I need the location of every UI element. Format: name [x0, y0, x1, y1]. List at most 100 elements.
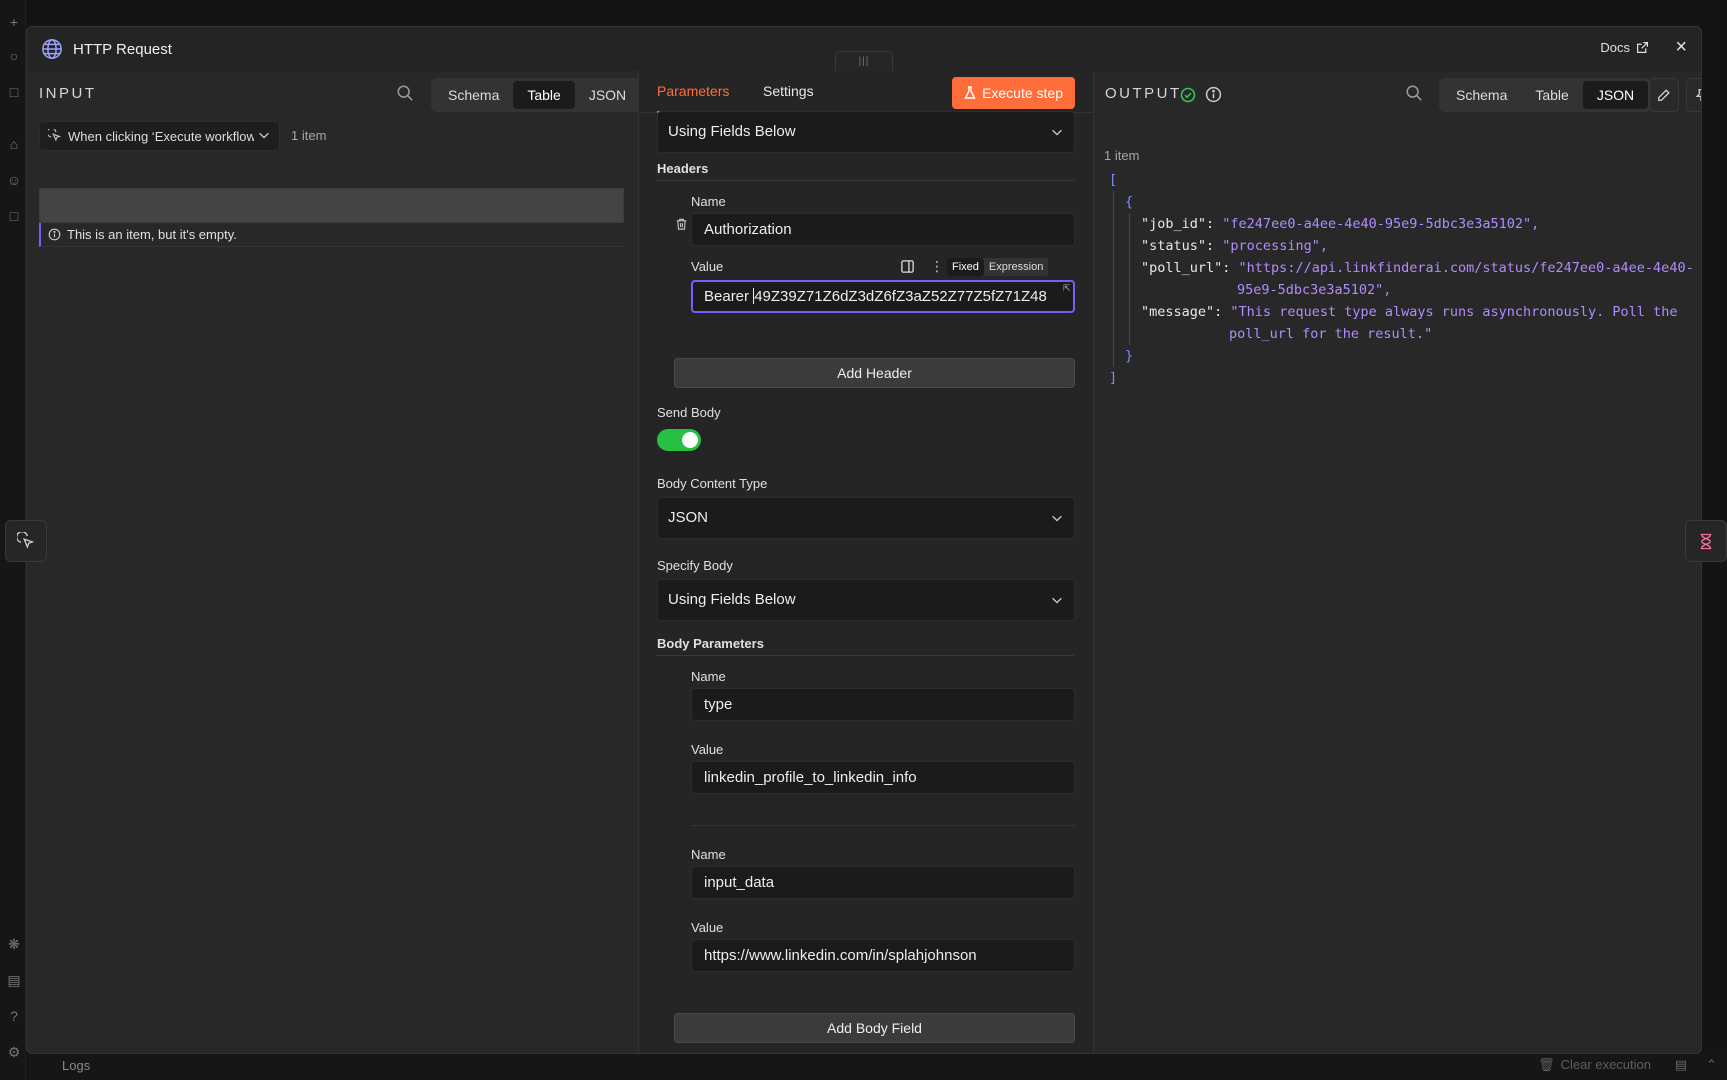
globe-icon — [41, 38, 63, 60]
flask-icon — [964, 86, 976, 100]
body-param-name-label: Name — [691, 847, 726, 862]
mode-fixed[interactable]: Fixed — [947, 258, 984, 276]
pencil-icon — [1657, 88, 1671, 102]
specify-headers-value: Using Fields Below — [668, 123, 796, 140]
input-label: INPUT — [39, 85, 97, 102]
parameters-scroll[interactable]: Using Fields Below Headers Name Authoriz… — [639, 111, 1093, 1053]
search-icon[interactable]: ○ — [6, 48, 22, 64]
value-mode-toggle: Fixed Expression — [947, 258, 1049, 276]
chat-icon[interactable]: □ — [6, 208, 22, 224]
plus-icon[interactable]: + — [6, 14, 22, 30]
http-request-modal: HTTP Request Docs × ||| INPUT Schema Tab… — [26, 26, 1702, 1054]
body-content-type-label: Body Content Type — [657, 476, 768, 491]
body-param-name-input[interactable]: input_data — [691, 866, 1075, 899]
external-link-icon — [1636, 41, 1649, 54]
trigger-panel-button[interactable] — [5, 520, 47, 562]
input-view-switcher: Schema Table JSON — [431, 78, 644, 112]
body-param-name-label: Name — [691, 669, 726, 684]
body-param-name-input[interactable]: type — [691, 688, 1075, 721]
tab-json[interactable]: JSON — [1582, 81, 1649, 109]
json-value-status: "processing", — [1222, 238, 1328, 254]
insights-icon[interactable]: ▤ — [6, 972, 22, 988]
resize-icon[interactable]: ⇱ — [1063, 283, 1071, 294]
body-param-value-input[interactable]: linkedin_profile_to_linkedin_info — [691, 761, 1075, 794]
tab-schema[interactable]: Schema — [1442, 81, 1521, 109]
search-icon[interactable] — [396, 84, 414, 102]
header-name-input[interactable]: Authorization — [691, 213, 1075, 246]
specify-body-select[interactable]: Using Fields Below — [657, 579, 1075, 621]
add-header-button[interactable]: Add Header — [674, 358, 1075, 388]
input-pane: INPUT Schema Table JSON When clicking ‘E… — [27, 71, 644, 1053]
wait-panel-button[interactable] — [1685, 520, 1727, 562]
help-icon[interactable]: ? — [6, 1008, 22, 1024]
pin-data-button[interactable] — [1686, 78, 1701, 112]
split-view-icon[interactable] — [900, 259, 916, 275]
add-body-field-button[interactable]: Add Body Field — [674, 1013, 1075, 1043]
pointer-click-icon — [48, 129, 62, 143]
clear-execution-label: Clear execution — [1560, 1057, 1651, 1072]
drag-handle[interactable]: ||| — [835, 51, 893, 73]
tab-table[interactable]: Table — [1521, 81, 1582, 109]
body-param-value-label: Value — [691, 742, 724, 757]
json-key-status: "status": — [1141, 238, 1215, 254]
info-icon — [48, 228, 61, 241]
empty-item-message: This is an item, but it's empty. — [67, 227, 237, 242]
tab-schema[interactable]: Schema — [434, 81, 513, 109]
modal-title: HTTP Request — [73, 40, 172, 58]
pin-icon — [1694, 88, 1701, 102]
send-body-toggle[interactable] — [657, 429, 701, 451]
hourglass-icon — [1699, 533, 1713, 550]
pointer-click-icon — [17, 532, 35, 550]
header-name-label: Name — [691, 194, 726, 209]
output-pane: OUTPUT Schema Table JSON 1 item [ { "job… — [1094, 71, 1701, 1053]
json-value-poll-url: "https://api.linkfinderai.com/status/fe2… — [1238, 260, 1694, 276]
header-value-input[interactable]: Bearer 49Z39Z71Z6dZ3dZ6fZ3aZ52Z77Z5fZ71Z… — [691, 280, 1075, 313]
execute-step-button[interactable]: Execute step — [952, 77, 1075, 109]
delete-header-icon[interactable] — [675, 217, 688, 231]
search-icon[interactable] — [1405, 84, 1423, 102]
execute-step-label: Execute step — [982, 85, 1063, 101]
more-options-icon[interactable]: ⋮ — [930, 258, 944, 275]
body-content-type-value: JSON — [668, 509, 709, 526]
output-label: OUTPUT — [1105, 85, 1182, 102]
specify-body-value: Using Fields Below — [668, 591, 796, 608]
logs-label[interactable]: Logs — [62, 1058, 90, 1073]
json-value-poll-url-cont: 95e9-5dbc3e3a5102", — [1237, 282, 1392, 298]
docs-link[interactable]: Docs — [1600, 40, 1649, 55]
header-value-label: Value — [691, 259, 724, 274]
tab-parameters[interactable]: Parameters — [657, 71, 745, 113]
success-check-icon — [1180, 87, 1196, 103]
info-icon[interactable] — [1205, 86, 1222, 103]
trigger-node-select[interactable]: When clicking ‘Execute workflow’ — [39, 121, 280, 151]
mode-expression[interactable]: Expression — [984, 258, 1048, 276]
indent-guide — [1113, 191, 1114, 367]
edit-output-button[interactable] — [1649, 78, 1679, 112]
body-content-type-select[interactable]: JSON — [657, 497, 1075, 539]
tab-table[interactable]: Table — [513, 81, 575, 109]
templates-icon[interactable]: ❋ — [6, 936, 22, 952]
param-divider — [691, 825, 1075, 826]
output-view-switcher: Schema Table JSON — [1439, 78, 1652, 112]
chevron-down-icon — [257, 128, 271, 142]
panel-icon[interactable]: □ — [6, 84, 22, 100]
table-header — [39, 188, 624, 223]
trigger-select-value: When clicking ‘Execute workflow’ — [68, 128, 254, 144]
logs-toggle-icon[interactable]: ▤ — [1675, 1057, 1687, 1073]
specify-headers-select[interactable]: Using Fields Below — [657, 111, 1075, 153]
close-icon[interactable]: × — [1675, 36, 1687, 59]
tab-json[interactable]: JSON — [575, 81, 640, 109]
headers-section-label: Headers — [657, 161, 1074, 181]
docs-label: Docs — [1600, 40, 1630, 55]
json-key-message: "message": — [1141, 304, 1223, 320]
output-item-count: 1 item — [1104, 148, 1140, 163]
indent-guide — [1129, 213, 1130, 345]
body-param-value-input[interactable]: https://www.linkedin.com/in/splahjohnson — [691, 939, 1075, 972]
toggle-knob — [682, 432, 698, 448]
settings-icon[interactable]: ⚙ — [6, 1044, 22, 1060]
home-icon[interactable]: ⌂ — [6, 136, 22, 152]
header-value-rest: 49Z39Z71Z6dZ3dZ6fZ3aZ52Z77Z5fZ71Z48 — [754, 288, 1047, 305]
tab-settings[interactable]: Settings — [763, 71, 814, 113]
user-icon[interactable]: ☺ — [6, 172, 22, 188]
clear-execution-button[interactable]: 🗑 Clear execution — [1538, 1057, 1651, 1073]
chevron-up-icon[interactable]: ⌃ — [1706, 1057, 1717, 1073]
